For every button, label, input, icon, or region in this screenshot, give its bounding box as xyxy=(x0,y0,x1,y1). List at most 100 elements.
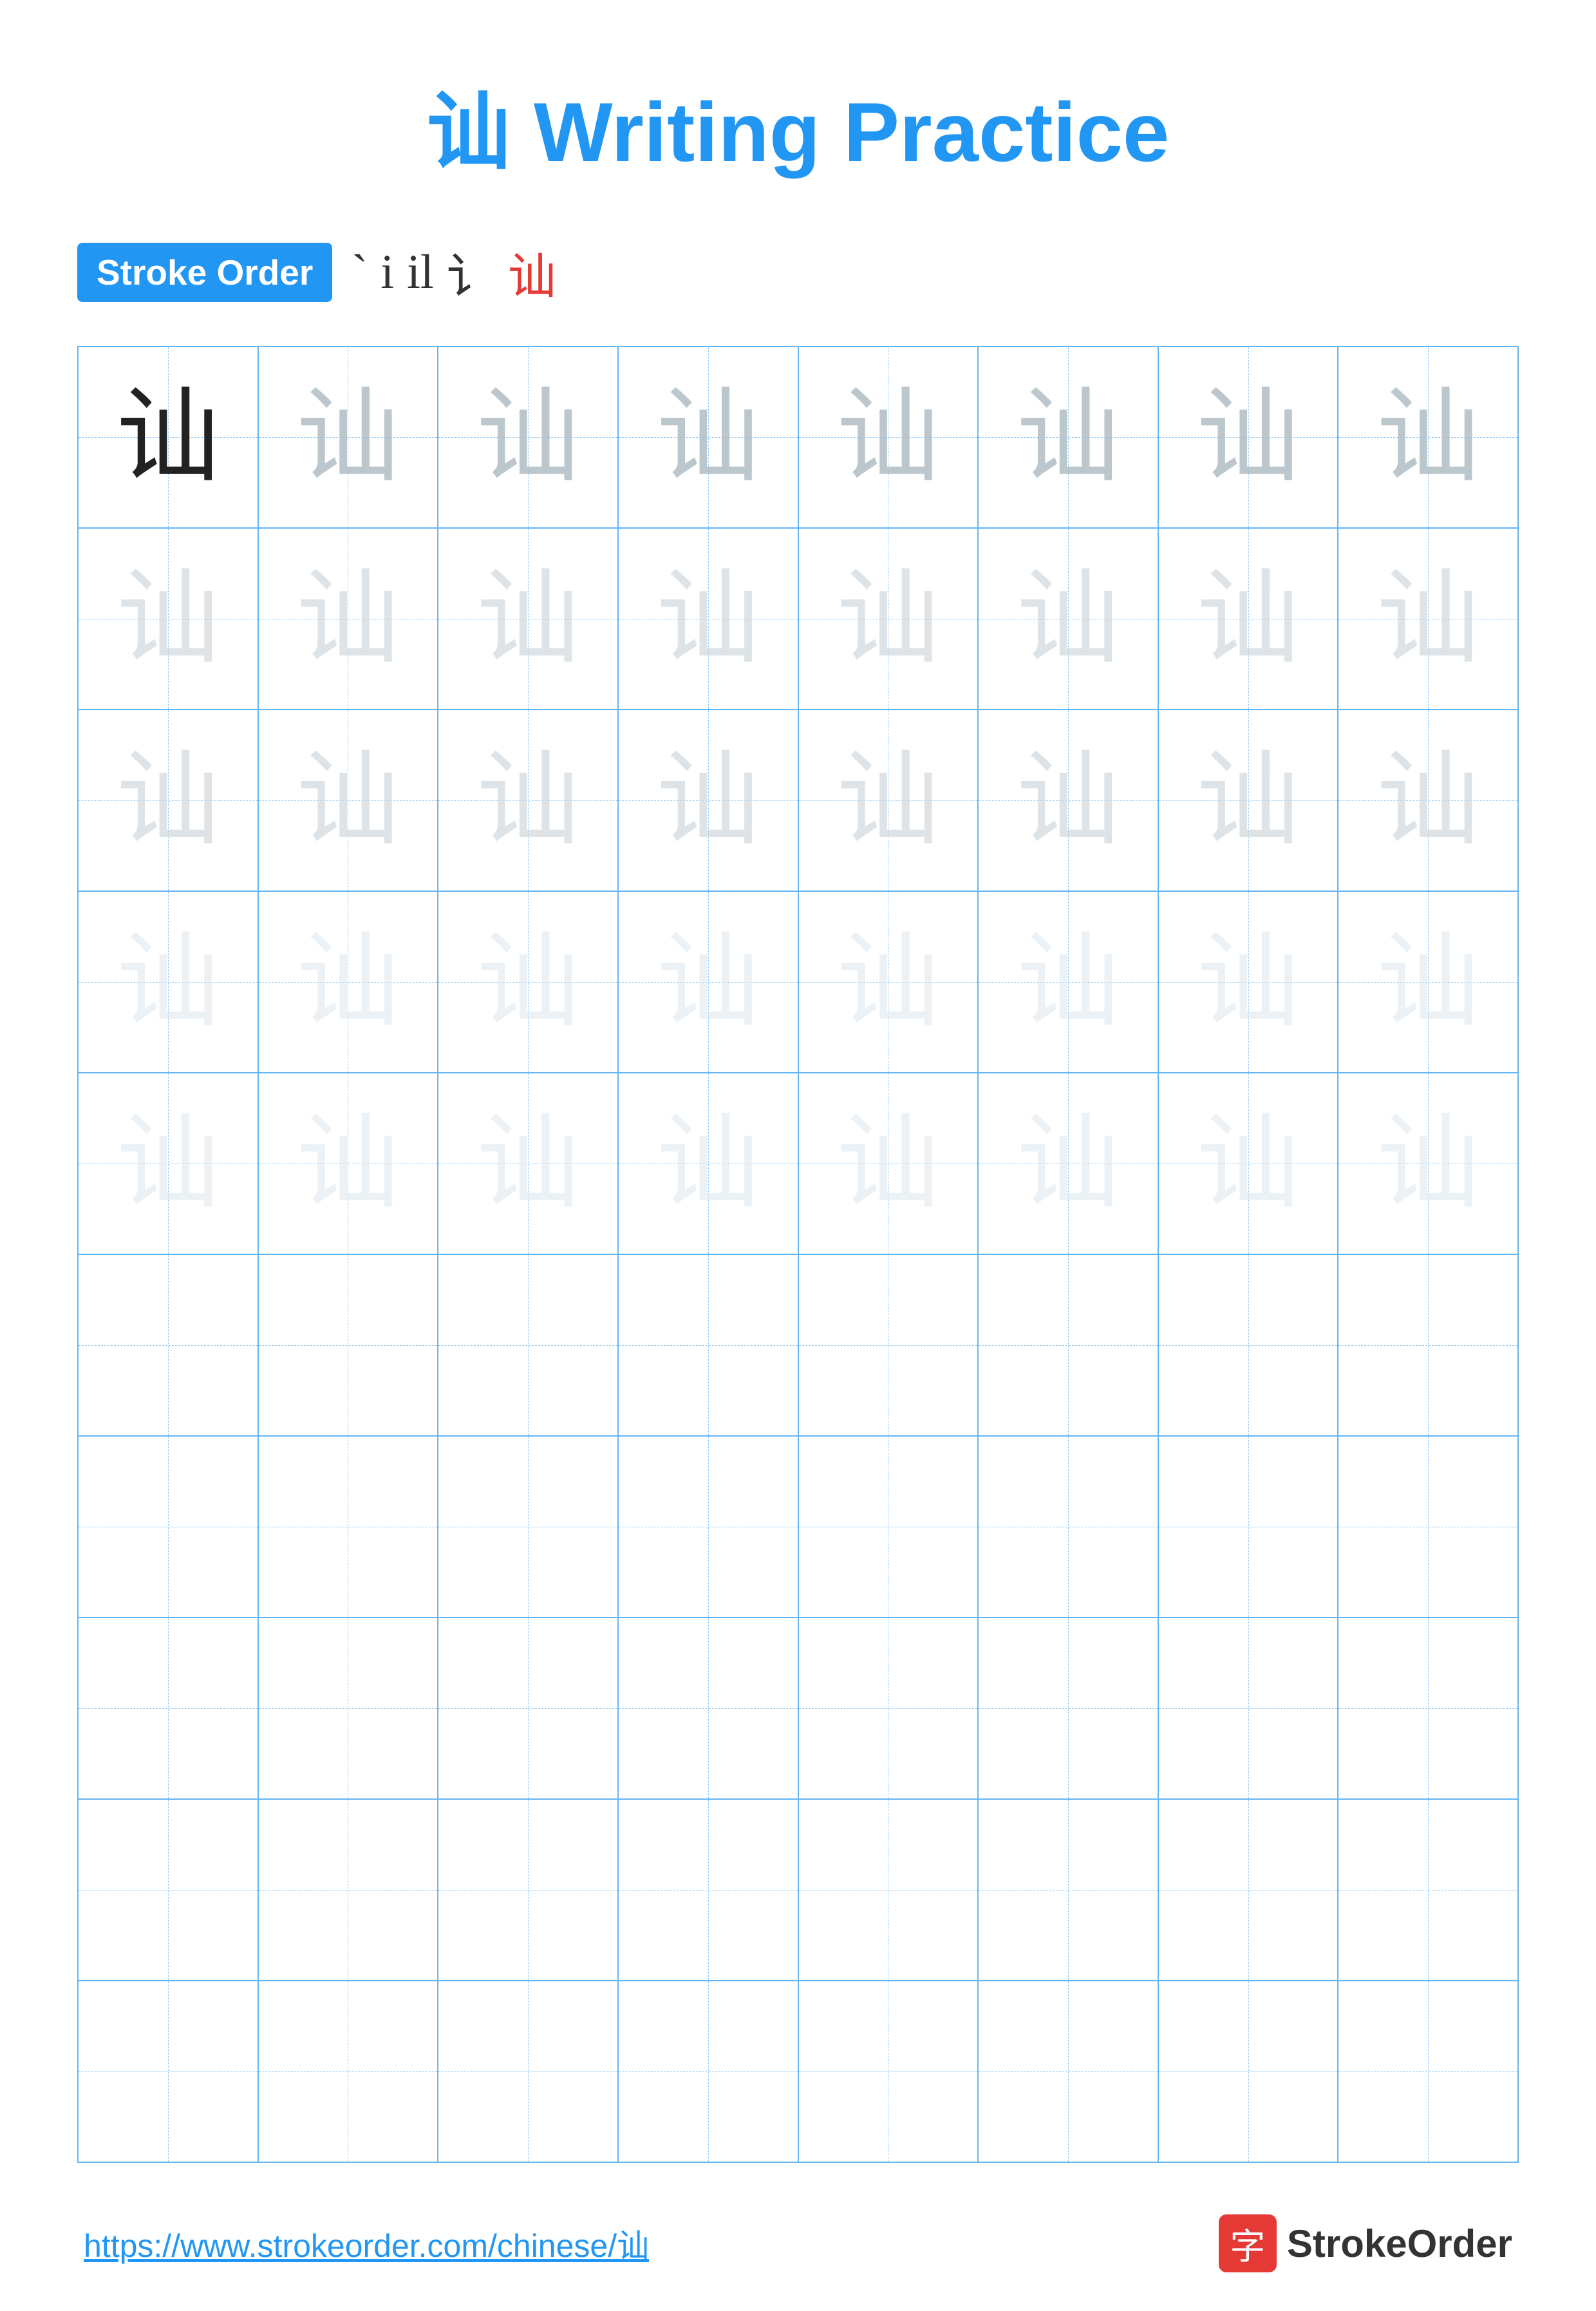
practice-char: 讪 xyxy=(1376,1112,1479,1215)
stroke-steps: ` i il 讠 讪 xyxy=(352,237,556,307)
grid-row xyxy=(79,1618,1517,1800)
grid-cell[interactable] xyxy=(619,1255,799,1435)
practice-char: 讪 xyxy=(1197,1112,1300,1215)
grid-cell[interactable]: 讪 xyxy=(259,1073,439,1254)
grid-cell[interactable]: 讪 xyxy=(1159,1073,1339,1254)
grid-cell[interactable] xyxy=(1159,1981,1339,2162)
grid-cell[interactable]: 讪 xyxy=(1338,892,1517,1072)
grid-cell[interactable] xyxy=(799,1981,979,2162)
grid-cell[interactable] xyxy=(1159,1618,1339,1798)
grid-cell[interactable] xyxy=(1159,1800,1339,1980)
grid-cell[interactable]: 讪 xyxy=(619,892,799,1072)
step-5: 讪 xyxy=(508,237,556,307)
grid-cell[interactable]: 讪 xyxy=(979,710,1159,891)
grid-cell[interactable]: 讪 xyxy=(979,1073,1159,1254)
grid-cell[interactable] xyxy=(438,1437,619,1617)
grid-cell[interactable]: 讪 xyxy=(619,347,799,527)
practice-char: 讪 xyxy=(476,386,579,489)
grid-cell[interactable]: 讪 xyxy=(1159,892,1339,1072)
practice-char: 讪 xyxy=(836,930,939,1033)
grid-cell[interactable] xyxy=(979,1437,1159,1617)
grid-cell[interactable]: 讪 xyxy=(438,892,619,1072)
grid-cell[interactable]: 讪 xyxy=(259,710,439,891)
grid-cell[interactable] xyxy=(799,1618,979,1798)
grid-cell[interactable]: 讪 xyxy=(979,529,1159,709)
grid-cell[interactable] xyxy=(979,1800,1159,1980)
grid-cell[interactable] xyxy=(799,1437,979,1617)
grid-cell[interactable]: 讪 xyxy=(438,1073,619,1254)
grid-cell[interactable]: 讪 xyxy=(619,710,799,891)
practice-char: 讪 xyxy=(296,930,399,1033)
practice-char: 讪 xyxy=(1197,386,1300,489)
grid-cell[interactable]: 讪 xyxy=(79,892,259,1072)
grid-cell[interactable]: 讪 xyxy=(1338,1073,1517,1254)
grid-cell[interactable] xyxy=(79,1437,259,1617)
grid-cell[interactable]: 讪 xyxy=(438,529,619,709)
grid-cell[interactable]: 讪 xyxy=(438,347,619,527)
grid-cell[interactable]: 讪 xyxy=(1338,347,1517,527)
practice-char: 讪 xyxy=(657,386,760,489)
grid-cell[interactable]: 讪 xyxy=(799,347,979,527)
grid-cell[interactable]: 讪 xyxy=(79,529,259,709)
grid-cell[interactable]: 讪 xyxy=(1159,347,1339,527)
step-2: i xyxy=(380,245,394,300)
grid-cell[interactable]: 讪 xyxy=(79,347,259,527)
footer-url[interactable]: https://www.strokeorder.com/chinese/讪 xyxy=(84,2220,649,2267)
grid-cell[interactable] xyxy=(1338,1618,1517,1798)
grid-cell[interactable] xyxy=(438,1800,619,1980)
grid-cell[interactable] xyxy=(259,1437,439,1617)
grid-row xyxy=(79,1255,1517,1437)
grid-cell[interactable] xyxy=(1338,1255,1517,1435)
grid-cell[interactable] xyxy=(1338,1437,1517,1617)
grid-cell[interactable] xyxy=(799,1800,979,1980)
grid-cell[interactable] xyxy=(259,1800,439,1980)
logo-name: StrokeOrder xyxy=(1287,2221,1512,2266)
practice-char: 讪 xyxy=(1197,749,1300,852)
grid-cell[interactable] xyxy=(1338,1981,1517,2162)
grid-cell[interactable]: 讪 xyxy=(979,347,1159,527)
grid-cell[interactable]: 讪 xyxy=(79,1073,259,1254)
grid-cell[interactable]: 讪 xyxy=(799,710,979,891)
grid-cell[interactable]: 讪 xyxy=(259,892,439,1072)
grid-cell[interactable] xyxy=(79,1800,259,1980)
grid-cell[interactable] xyxy=(79,1618,259,1798)
grid-cell[interactable] xyxy=(619,1437,799,1617)
grid-cell[interactable] xyxy=(979,1618,1159,1798)
grid-cell[interactable]: 讪 xyxy=(1338,710,1517,891)
grid-cell[interactable] xyxy=(979,1255,1159,1435)
grid-cell[interactable] xyxy=(259,1618,439,1798)
grid-cell[interactable]: 讪 xyxy=(1159,710,1339,891)
grid-row: 讪 讪 讪 讪 讪 讪 讪 讪 xyxy=(79,1073,1517,1255)
grid-cell[interactable] xyxy=(619,1981,799,2162)
stroke-order-badge[interactable]: Stroke Order xyxy=(77,243,332,302)
grid-cell[interactable]: 讪 xyxy=(799,529,979,709)
grid-cell[interactable] xyxy=(438,1981,619,2162)
grid-cell[interactable] xyxy=(438,1255,619,1435)
practice-char: 讪 xyxy=(117,386,220,489)
grid-cell[interactable] xyxy=(979,1981,1159,2162)
grid-cell[interactable]: 讪 xyxy=(259,347,439,527)
grid-cell[interactable] xyxy=(799,1255,979,1435)
grid-cell[interactable]: 讪 xyxy=(619,1073,799,1254)
grid-cell[interactable]: 讪 xyxy=(79,710,259,891)
grid-cell[interactable]: 讪 xyxy=(619,529,799,709)
grid-cell[interactable] xyxy=(619,1618,799,1798)
grid-cell[interactable]: 讪 xyxy=(1159,529,1339,709)
grid-cell[interactable] xyxy=(79,1255,259,1435)
page-title: 讪 Writing Practice xyxy=(77,64,1519,185)
grid-cell[interactable] xyxy=(619,1800,799,1980)
grid-cell[interactable] xyxy=(259,1255,439,1435)
grid-cell[interactable] xyxy=(259,1981,439,2162)
grid-cell[interactable]: 讪 xyxy=(799,1073,979,1254)
grid-cell[interactable]: 讪 xyxy=(799,892,979,1072)
grid-cell[interactable]: 讪 xyxy=(979,892,1159,1072)
stroke-order-section: Stroke Order ` i il 讠 讪 xyxy=(77,237,1519,307)
grid-cell[interactable] xyxy=(1159,1255,1339,1435)
grid-cell[interactable]: 讪 xyxy=(1338,529,1517,709)
grid-cell[interactable] xyxy=(79,1981,259,2162)
grid-cell[interactable]: 讪 xyxy=(438,710,619,891)
grid-cell[interactable] xyxy=(438,1618,619,1798)
grid-cell[interactable]: 讪 xyxy=(259,529,439,709)
grid-cell[interactable] xyxy=(1338,1800,1517,1980)
grid-cell[interactable] xyxy=(1159,1437,1339,1617)
